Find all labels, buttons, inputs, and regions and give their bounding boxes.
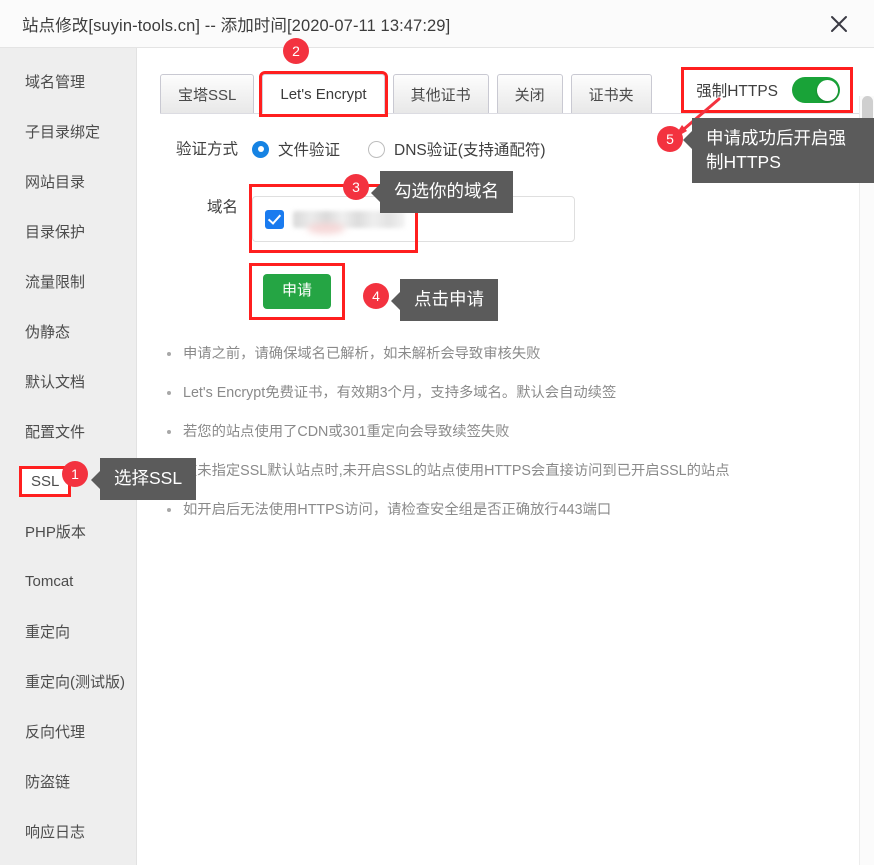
verify-option-label: DNS验证(支持通配符) — [394, 142, 546, 159]
annotation-tooltip-1: 选择SSL — [90, 458, 197, 500]
sidebar-item-label: 默认文档 — [25, 373, 86, 391]
domain-label: 域名 — [206, 199, 238, 216]
sidebar-item-7[interactable]: 配置文件 — [0, 406, 136, 456]
notes-list: 申请之前，请确保域名已解析，如未解析会导致审核失败 Let's Encrypt免费… — [137, 343, 874, 522]
note-item: Let's Encrypt免费证书，有效期3个月，支持多域名。默认会自动续签 — [167, 382, 874, 404]
annotation-badge-2: 2 — [283, 38, 309, 64]
sidebar-item-label: 伪静态 — [25, 323, 71, 341]
apply-row: 申请 — [137, 263, 874, 320]
sidebar-item-13[interactable]: 反向代理 — [0, 706, 136, 756]
sidebar-item-5[interactable]: 伪静态 — [0, 306, 136, 356]
annotation-tooltip-5: 申请成功后开启强制HTTPS — [683, 118, 874, 184]
close-icon[interactable] — [822, 7, 856, 41]
dialog-titlebar: 站点修改[suyin-tools.cn] -- 添加时间[2020-07-11 … — [0, 0, 874, 48]
note-item: 申请之前，请确保域名已解析，如未解析会导致审核失败 — [167, 343, 874, 365]
radio-icon[interactable] — [368, 140, 386, 158]
apply-button-highlight: 申请 — [248, 263, 346, 320]
sidebar-item-15[interactable]: 响应日志 — [0, 806, 136, 856]
site-edit-dialog: 站点修改[suyin-tools.cn] -- 添加时间[2020-07-11 … — [0, 0, 874, 865]
apply-button[interactable]: 申请 — [263, 274, 332, 309]
tab-0[interactable]: 宝塔SSL — [160, 74, 255, 114]
verify-option-label: 文件验证 — [278, 142, 341, 159]
sidebar-item-2[interactable]: 网站目录 — [0, 156, 136, 206]
sidebar-item-10[interactable]: Tomcat — [0, 556, 136, 606]
sidebar-item-label: 配置文件 — [25, 423, 86, 441]
page-title: 站点修改[suyin-tools.cn] -- 添加时间[2020-07-11 … — [22, 16, 451, 35]
sidebar-item-9[interactable]: PHP版本 — [0, 506, 136, 556]
verify-option-1[interactable]: DNS验证(支持通配符) — [368, 138, 546, 160]
sidebar-item-4[interactable]: 流量限制 — [0, 256, 136, 306]
tab-3[interactable]: 关闭 — [496, 74, 563, 114]
verify-option-0[interactable]: 文件验证 — [252, 138, 340, 160]
verify-method-label: 验证方式 — [175, 141, 238, 158]
annotation-badge-3: 3 — [343, 174, 369, 200]
annotation-tooltip-4: 点击申请 — [391, 279, 498, 321]
sidebar-item-label: 反向代理 — [25, 723, 86, 741]
sidebar-item-0[interactable]: 域名管理 — [0, 56, 136, 106]
note-item: 如开启后无法使用HTTPS访问，请检查安全组是否正确放行443端口 — [167, 499, 874, 521]
sidebar-item-label: 域名管理 — [25, 73, 86, 91]
sidebar-item-label: 重定向 — [25, 623, 71, 641]
sidebar-item-label: 子目录绑定 — [25, 123, 101, 141]
sidebar-item-label: Tomcat — [25, 572, 74, 590]
note-item: 在未指定SSL默认站点时,未开启SSL的站点使用HTTPS会直接访问到已开启SS… — [167, 460, 874, 482]
sidebar-item-label: 响应日志 — [25, 823, 86, 841]
sidebar-item-label: 目录保护 — [25, 223, 86, 241]
sidebar-item-14[interactable]: 防盗链 — [0, 756, 136, 806]
annotation-badge-5: 5 — [657, 126, 683, 152]
sidebar-item-6[interactable]: 默认文档 — [0, 356, 136, 406]
sidebar-item-1[interactable]: 子目录绑定 — [0, 106, 136, 156]
toggle-knob — [816, 79, 838, 101]
sidebar-item-label: 网站目录 — [25, 173, 86, 191]
domain-name-value — [293, 210, 405, 228]
domain-checkbox[interactable] — [265, 209, 284, 229]
annotation-badge-4: 4 — [363, 283, 389, 309]
tab-2[interactable]: 其他证书 — [392, 74, 489, 114]
sidebar-item-11[interactable]: 重定向 — [0, 606, 136, 656]
sidebar: 域名管理 子目录绑定 网站目录 目录保护 流量限制 伪静态 默认文档 配置文件 SSL PHP版本… — [0, 48, 137, 865]
radio-icon[interactable] — [252, 140, 269, 158]
tab-4[interactable]: 证书夹 — [570, 74, 652, 114]
sidebar-item-label: 重定向(测试版) — [25, 673, 125, 691]
note-item: 若您的站点使用了CDN或301重定向会导致续签失败 — [167, 421, 874, 443]
vertical-scrollbar[interactable] — [859, 96, 874, 865]
annotation-badge-1: 1 — [62, 461, 88, 487]
tab-1[interactable]: Let's Encrypt — [259, 71, 388, 117]
sidebar-item-label: 防盗链 — [25, 773, 71, 791]
sidebar-item-3[interactable]: 目录保护 — [0, 206, 136, 256]
sidebar-item-12[interactable]: 重定向(测试版) — [0, 656, 136, 706]
annotation-tooltip-3: 勾选你的域名 — [371, 171, 513, 213]
sidebar-item-label: PHP版本 — [25, 523, 86, 541]
sidebar-item-label: 流量限制 — [25, 273, 86, 291]
verify-method-options: 文件验证 DNS验证(支持通配符) — [252, 138, 546, 160]
force-https-toggle[interactable] — [792, 77, 840, 103]
